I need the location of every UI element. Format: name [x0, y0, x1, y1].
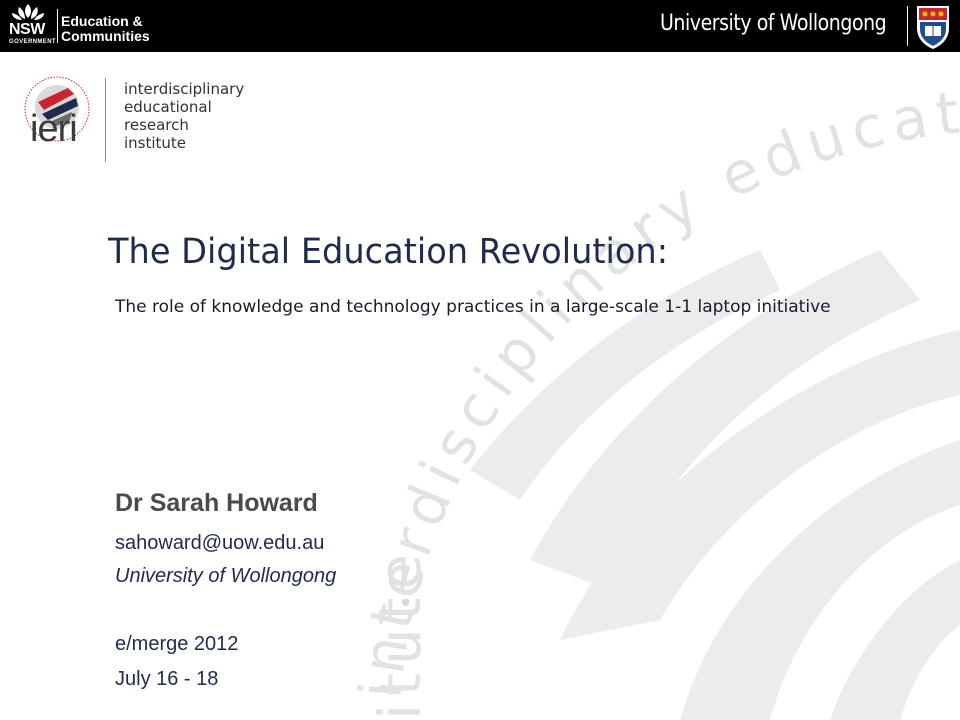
- author-name: Dr Sarah Howard: [115, 489, 318, 517]
- university-divider: [907, 6, 908, 46]
- nsw-government-logo: NSW GOVERNMENT: [9, 21, 57, 46]
- conference-name: e/merge 2012: [115, 633, 239, 655]
- ieri-line-2: educational: [124, 98, 212, 116]
- university-crest-icon: [917, 6, 949, 49]
- ieri-line-1: interdisciplinary: [124, 80, 245, 98]
- watermark-lower-text: itute: [366, 546, 434, 720]
- conference-dates: July 16 - 18: [115, 668, 219, 690]
- government-label: GOVERNMENT: [9, 39, 57, 45]
- department-line-1: Education &: [61, 13, 143, 29]
- ieri-line-3: research: [124, 116, 189, 134]
- header-bar: NSW GOVERNMENT Education & Communities U…: [0, 0, 960, 52]
- nsw-label: NSW: [9, 21, 45, 38]
- author-email[interactable]: sahoward@uow.edu.au: [115, 532, 324, 555]
- ieri-wordmark: ieri: [30, 108, 78, 150]
- ieri-divider: [105, 78, 106, 162]
- department-name: Education & Communities: [61, 14, 150, 44]
- department-line-2: Communities: [61, 28, 150, 44]
- university-name: University of Wollongong: [660, 11, 887, 36]
- slide-title: The Digital Education Revolution:: [108, 232, 669, 272]
- author-affiliation: University of Wollongong: [115, 565, 337, 587]
- header-divider: [57, 9, 58, 43]
- ieri-full-name: interdisciplinary educational research i…: [124, 80, 244, 152]
- slide-subtitle: The role of knowledge and technology pra…: [115, 297, 831, 317]
- ieri-line-4: institute: [124, 134, 187, 152]
